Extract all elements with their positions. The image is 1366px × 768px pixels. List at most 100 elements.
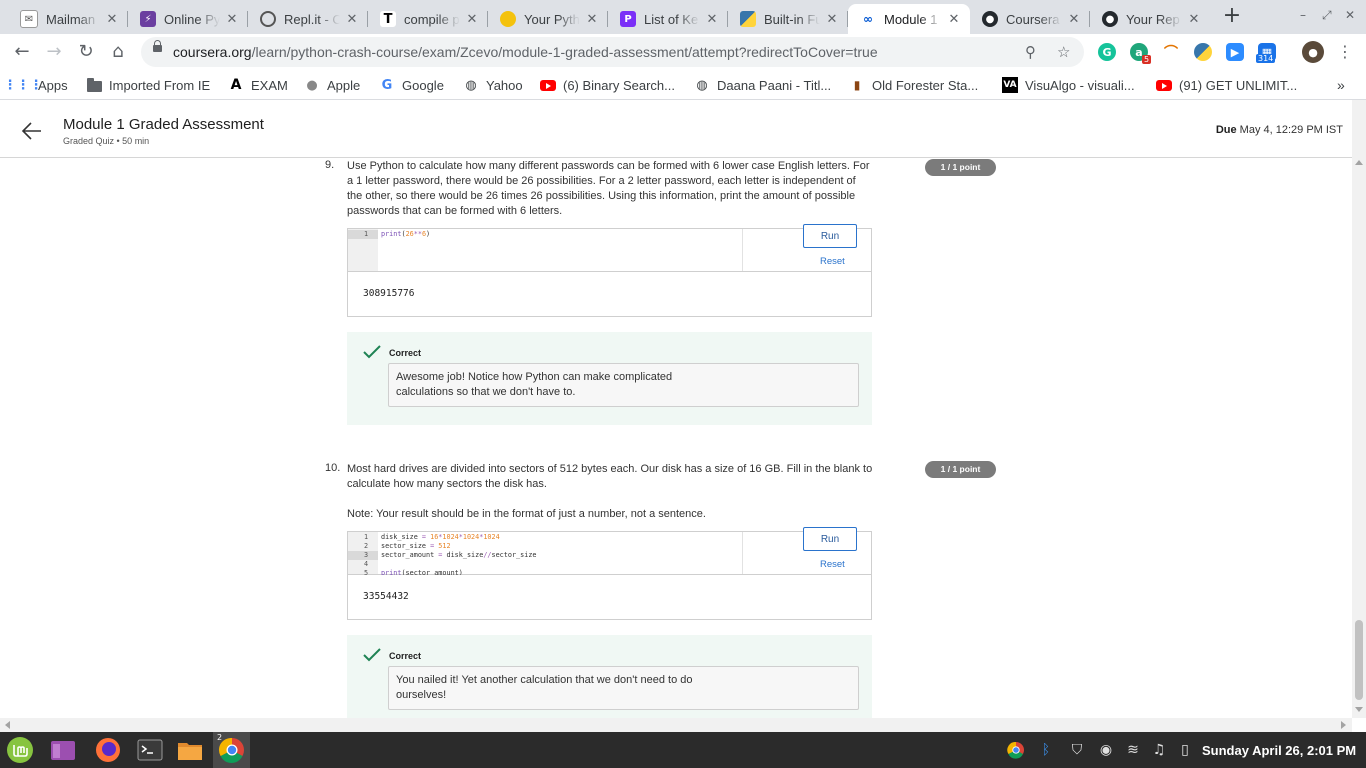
code-editor[interactable]: 1 disk_size = 16*1024*1024*1024 2 sector_s…: [347, 527, 872, 578]
reset-link[interactable]: Reset: [820, 256, 845, 267]
nvidia-icon[interactable]: ◉: [1097, 741, 1115, 759]
taskbar-clock[interactable]: Sunday April 26, 2:01 PM: [1202, 743, 1356, 758]
feedback-box: Awesome job! Notice how Python can make …: [388, 363, 859, 407]
address-bar[interactable]: coursera.org/learn/python-crash-course/e…: [141, 37, 1084, 67]
browser-tab[interactable]: ● Your Rep ✕: [1090, 4, 1210, 34]
browser-tab[interactable]: ⚡ Online Py ✕: [128, 4, 248, 34]
browser-tab[interactable]: Built-in Fu ✕: [728, 4, 848, 34]
scroll-left-arrow[interactable]: [5, 721, 10, 729]
vertical-scrollbar[interactable]: [1352, 100, 1366, 718]
close-icon[interactable]: ✕: [824, 12, 840, 27]
back-arrow-icon[interactable]: [20, 119, 44, 143]
code-editor[interactable]: 1 print(26**6) Run Reset: [347, 224, 872, 272]
linux-mint-menu-icon[interactable]: [5, 735, 35, 765]
battery-icon[interactable]: ▯: [1176, 741, 1194, 759]
grammarly-icon[interactable]: G: [1098, 43, 1116, 61]
restore-icon[interactable]: ⤢: [1322, 8, 1332, 23]
bookmark-daana-paani[interactable]: ◍ Daana Paani - Titl...: [694, 77, 831, 93]
os-taskbar: 2 ᛒ ⛉ ◉ ≋ ♫ ▯ Sunday April 26, 2:01 PM: [0, 732, 1366, 768]
forward-icon[interactable]: →: [43, 41, 65, 63]
apps-grid-icon: ⋮⋮⋮: [3, 77, 43, 93]
rainbow-extension-icon[interactable]: ⌒: [1162, 43, 1180, 61]
python-course-icon: [500, 11, 516, 27]
new-tab-button[interactable]: +: [1221, 5, 1243, 27]
close-icon[interactable]: ✕: [464, 12, 480, 27]
close-icon[interactable]: ✕: [704, 12, 720, 27]
bookmark-yahoo[interactable]: ◍ Yahoo: [463, 77, 522, 93]
menu-kebab-icon[interactable]: ⋮: [1334, 41, 1356, 63]
bluetooth-icon[interactable]: ᛒ: [1037, 741, 1055, 759]
wifi-icon[interactable]: ≋: [1124, 741, 1142, 759]
firefox-icon[interactable]: [93, 735, 123, 765]
code-line: 4: [364, 560, 369, 568]
points-badge: 1 / 1 point: [925, 159, 996, 176]
bookmark-exam[interactable]: A EXAM: [228, 77, 288, 93]
close-icon[interactable]: ✕: [584, 12, 600, 27]
github-icon: ●: [1102, 11, 1118, 27]
bookmark-apple[interactable]: ● Apple: [304, 77, 360, 93]
minimize-icon[interactable]: –: [1300, 8, 1306, 22]
reload-icon[interactable]: ↻: [75, 41, 97, 63]
scroll-right-arrow[interactable]: [1341, 721, 1346, 729]
bookmark-apps[interactable]: ⋮⋮⋮ Apps: [3, 77, 68, 93]
star-icon[interactable]: ☆: [1057, 43, 1070, 61]
url-path: /learn/python-crash-course/exam/Zcevo/mo…: [251, 44, 878, 60]
question-text: Use Python to calculate how many differe…: [347, 160, 870, 217]
horizontal-scrollbar[interactable]: [0, 718, 1352, 732]
tab-title: Your Rep: [1126, 11, 1182, 27]
bookmark-label: Google: [402, 77, 444, 93]
chrome-tray-icon[interactable]: [1006, 740, 1024, 759]
close-window-icon[interactable]: ✕: [1345, 8, 1355, 22]
close-icon[interactable]: ✕: [1066, 12, 1082, 27]
reset-link[interactable]: Reset: [820, 559, 845, 570]
more-bookmarks-button[interactable]: »: [1337, 77, 1345, 93]
close-icon[interactable]: ✕: [224, 12, 240, 27]
browser-tab[interactable]: Your Pyth ✕: [488, 4, 608, 34]
tab-title: Your Pyth: [524, 11, 580, 27]
youtube-icon: [540, 77, 556, 93]
browser-toolbar: ← → ↻ ⌂ coursera.org/learn/python-crash-…: [0, 34, 1366, 70]
lock-icon: [153, 40, 162, 52]
close-icon[interactable]: ✕: [344, 12, 360, 27]
question-note: Note: Your result should be in the forma…: [347, 508, 706, 520]
zoom-video-icon[interactable]: ▶: [1226, 43, 1244, 61]
mailman-icon: ✉: [20, 10, 38, 28]
bookmark-folder-imported[interactable]: Imported From IE: [86, 77, 210, 93]
browser-tab[interactable]: ● Coursera ✕: [970, 4, 1090, 34]
browser-tab[interactable]: ✉ Mailman : ✕: [8, 4, 128, 34]
run-button[interactable]: Run: [803, 224, 857, 248]
browser-tab[interactable]: P List of Ke ✕: [608, 4, 728, 34]
run-button[interactable]: Run: [803, 527, 857, 551]
bookmark-google[interactable]: G Google: [379, 77, 444, 93]
bookmark-get-unlimited[interactable]: (91) GET UNLIMIT...: [1156, 77, 1297, 93]
python-extension-icon[interactable]: [1194, 43, 1212, 61]
zoom-search-icon[interactable]: ⚲: [1025, 43, 1036, 61]
file-manager-window-icon[interactable]: [48, 735, 78, 765]
shield-icon[interactable]: ⛉: [1068, 741, 1086, 759]
bookmark-visualgo[interactable]: VA VisuAlgo - visuali...: [1002, 77, 1135, 93]
sound-icon[interactable]: ♫: [1150, 741, 1168, 759]
scrollbar-thumb[interactable]: [1355, 620, 1363, 700]
bookmark-old-forester[interactable]: ▮ Old Forester Sta...: [849, 77, 979, 93]
files-folder-icon[interactable]: [175, 735, 205, 765]
code-lines[interactable]: 1 disk_size = 16*1024*1024*1024 2 sector_s…: [348, 533, 537, 578]
browser-tab-active[interactable]: ∞ Module 1 ✕: [848, 4, 970, 34]
close-icon[interactable]: ✕: [1186, 12, 1202, 27]
chrome-icon[interactable]: [217, 735, 247, 765]
close-icon[interactable]: ✕: [104, 12, 120, 27]
checkmark-icon: [363, 345, 381, 359]
code-lines[interactable]: 1 print(26**6): [348, 230, 430, 239]
bookmark-binary-search[interactable]: (6) Binary Search...: [540, 77, 675, 93]
terminal-icon[interactable]: [135, 735, 165, 765]
back-icon[interactable]: ←: [11, 41, 33, 63]
close-icon[interactable]: ✕: [946, 12, 962, 27]
profile-avatar[interactable]: ●: [1302, 41, 1324, 63]
scroll-up-arrow[interactable]: [1355, 160, 1363, 165]
page-title: Module 1 Graded Assessment: [63, 116, 264, 133]
home-icon[interactable]: ⌂: [107, 41, 129, 63]
browser-tab[interactable]: T compile p ✕: [368, 4, 488, 34]
bookmark-label: (91) GET UNLIMIT...: [1179, 77, 1298, 93]
browser-tab[interactable]: Repl.it - C ✕: [248, 4, 368, 34]
scroll-down-arrow[interactable]: [1355, 707, 1363, 712]
points-badge: 1 / 1 point: [925, 461, 996, 478]
